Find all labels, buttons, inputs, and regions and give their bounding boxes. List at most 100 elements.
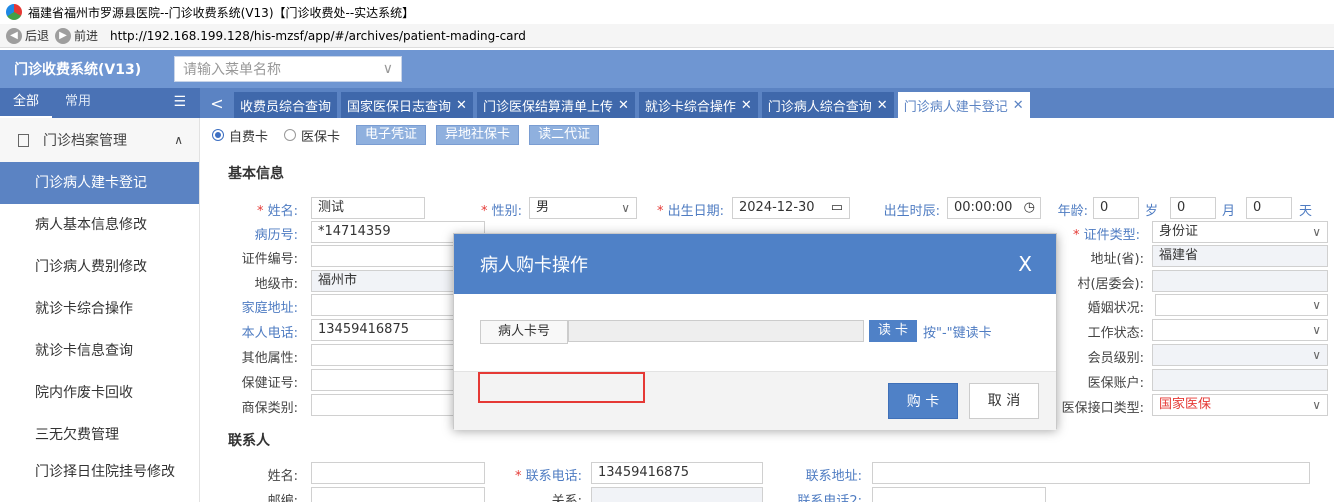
contact-address-field[interactable] — [872, 462, 1310, 484]
basic-info-title: 基本信息 — [228, 166, 284, 182]
browser-navbar: ◀ 后退 ▶ 前进 http://192.168.199.128/his-mzsf/… — [0, 24, 1334, 48]
relation-label: 关系: — [551, 494, 582, 502]
tab-1[interactable]: 国家医保日志查询 ✕ — [341, 92, 473, 118]
contact-phone2-field[interactable] — [872, 487, 1046, 502]
sidebar-tabs: 全部 常用 ☰ — [0, 88, 200, 118]
marital-label: 婚姻状况: — [1087, 301, 1144, 316]
birth-date-label: 出生日期: — [650, 200, 724, 219]
read-card-button[interactable]: 读 卡 — [869, 320, 917, 342]
address-bar[interactable]: http://192.168.199.128/his-mzsf/app/#/ar… — [110, 29, 526, 43]
cert-type-label: 证件类型: — [1060, 224, 1140, 243]
insurance-radio[interactable] — [284, 129, 297, 141]
sidebar-item-1[interactable]: 病人基本信息修改 — [0, 204, 199, 246]
med-account-field[interactable] — [1152, 369, 1328, 391]
member-level-label: 会员级别: — [1087, 351, 1144, 366]
ins-interface-select[interactable]: 国家医保 — [1152, 394, 1328, 416]
self-pay-radio[interactable] — [212, 129, 224, 141]
cancel-button[interactable]: 取 消 — [969, 383, 1039, 419]
buy-card-dialog: 病人购卡操作 X 病人卡号 读 卡 按"-"键读卡 购 卡 取 消 — [453, 233, 1057, 430]
cert-type-select[interactable]: 身份证 — [1152, 221, 1328, 243]
close-tab-icon[interactable]: ✕ — [1013, 98, 1024, 113]
forward-arrow-icon: ▶ — [55, 27, 72, 44]
sidebar: 门诊档案管理 ∧ 门诊病人建卡登记 病人基本信息修改 门诊病人费别修改 就诊卡综合操作… — [0, 118, 200, 504]
sidebar-item-7[interactable]: 门诊择日住院挂号修改 — [0, 456, 199, 504]
age-days-field[interactable]: 0 — [1246, 197, 1292, 219]
forward-button[interactable]: ▶ 前进 — [55, 27, 98, 44]
sidebar-item-2[interactable]: 门诊病人费别修改 — [0, 246, 199, 288]
app-logo-icon — [6, 4, 22, 20]
back-arrow-icon: ◀ — [6, 27, 22, 44]
name-field[interactable]: 测试 — [311, 197, 425, 219]
close-tab-icon[interactable]: ✕ — [456, 98, 467, 113]
age-label: 年龄: — [1057, 204, 1088, 219]
chevron-up-icon: ∧ — [174, 133, 183, 147]
sidebar-item-3[interactable]: 就诊卡综合操作 — [0, 288, 199, 330]
postcode-field[interactable] — [311, 487, 485, 502]
birth-time-field[interactable]: 00:00:00 ◷ — [947, 197, 1041, 219]
sidebar-item-5[interactable]: 院内作废卡回收 — [0, 372, 199, 414]
gender-select[interactable]: 男 — [529, 197, 637, 219]
postcode-label: 邮编: — [267, 494, 298, 502]
sidebar-item-0[interactable]: 门诊病人建卡登记 — [0, 162, 199, 204]
sidebar-items: 门诊病人建卡登记 病人基本信息修改 门诊病人费别修改 就诊卡综合操作 就诊卡信息查询 院内… — [0, 162, 199, 504]
phone-label: 本人电话: — [241, 326, 298, 341]
cert-no-label: 证件编号: — [241, 252, 298, 267]
card-no-input[interactable] — [568, 320, 864, 342]
read-id-card-button[interactable]: 读二代证 — [529, 125, 600, 145]
remote-social-card-button[interactable]: 异地社保卡 — [436, 125, 520, 145]
member-level-select[interactable] — [1152, 344, 1328, 366]
clock-icon: ◷ — [1023, 200, 1035, 215]
age-years-field[interactable]: 0 — [1093, 197, 1139, 219]
collapse-menu-icon[interactable]: ☰ — [173, 94, 186, 110]
village-field[interactable] — [1152, 270, 1328, 292]
health-cert-label: 保健证号: — [241, 376, 298, 391]
tab-3[interactable]: 就诊卡综合操作 ✕ — [638, 92, 758, 118]
close-tab-icon[interactable]: ✕ — [741, 98, 752, 113]
contact-name-field[interactable] — [311, 462, 485, 484]
contact-phone2-label: 联系电话2: — [797, 494, 862, 502]
contact-phone-field[interactable]: 13459416875 — [591, 462, 763, 484]
tab-2[interactable]: 门诊医保结算清单上传 ✕ — [476, 92, 635, 118]
e-cert-button[interactable]: 电子凭证 — [356, 125, 427, 145]
village-label: 村(居委会): — [1077, 277, 1144, 292]
card-type-toolbar: 自费卡 医保卡 电子凭证 异地社保卡 读二代证 — [212, 125, 609, 145]
sidebar-item-6[interactable]: 三无欠费管理 — [0, 414, 199, 456]
back-button[interactable]: ◀ 后退 — [6, 27, 49, 44]
menu-search-input[interactable]: 请输入菜单名称 ∨ — [174, 56, 402, 82]
tab-4[interactable]: 门诊病人综合查询 ✕ — [761, 92, 894, 118]
contact-title: 联系人 — [228, 433, 270, 449]
relation-field[interactable] — [591, 487, 763, 502]
record-no-label: 病历号: — [254, 228, 298, 243]
tab-5[interactable]: 门诊病人建卡登记 ✕ — [897, 92, 1030, 118]
tab-scroll-left-icon[interactable]: < — [200, 94, 234, 113]
message-area — [478, 372, 645, 403]
calendar-icon: ▭ — [830, 200, 843, 215]
buy-card-button[interactable]: 购 卡 — [888, 383, 958, 419]
tab-bar: 全部 常用 ☰ < 收费员综合查询 国家医保日志查询 ✕ 门诊医保结算清单上传 ✕ 就诊卡… — [0, 88, 1334, 118]
contact-name-label: 姓名: — [267, 469, 298, 484]
tab-common[interactable]: 常用 — [52, 88, 104, 118]
home-address-label: 家庭地址: — [241, 301, 298, 316]
close-tab-icon[interactable]: ✕ — [877, 98, 888, 113]
dialog-header: 病人购卡操作 — [454, 234, 1056, 294]
window-title: 福建省福州市罗源县医院--门诊收费系统(V13)【门诊收费处--实达系统】 — [28, 5, 415, 20]
tab-all[interactable]: 全部 — [0, 88, 53, 118]
read-card-hint: 按"-"键读卡 — [923, 326, 992, 341]
dialog-title: 病人购卡操作 — [480, 255, 588, 276]
chevron-down-icon: ∨ — [382, 61, 393, 77]
sidebar-group-archives[interactable]: 门诊档案管理 ∧ — [0, 118, 199, 162]
sidebar-item-4[interactable]: 就诊卡信息查询 — [0, 330, 199, 372]
province-field[interactable]: 福建省 — [1152, 245, 1328, 267]
contact-address-label: 联系地址: — [805, 469, 862, 484]
commercial-ins-label: 商保类别: — [241, 401, 298, 416]
document-icon — [18, 133, 29, 147]
marital-select[interactable] — [1155, 294, 1328, 316]
close-icon[interactable]: X — [1018, 252, 1032, 276]
close-tab-icon[interactable]: ✕ — [618, 98, 629, 113]
birth-date-field[interactable]: 2024-12-30 ▭ — [732, 197, 850, 219]
dialog-body: 病人卡号 读 卡 按"-"键读卡 — [454, 294, 1056, 372]
work-status-select[interactable] — [1152, 319, 1328, 341]
age-months-field[interactable]: 0 — [1170, 197, 1216, 219]
tab-0[interactable]: 收费员综合查询 — [234, 92, 338, 118]
page-tabs: 收费员综合查询 国家医保日志查询 ✕ 门诊医保结算清单上传 ✕ 就诊卡综合操作 ✕ 门诊病人综… — [234, 88, 1034, 118]
